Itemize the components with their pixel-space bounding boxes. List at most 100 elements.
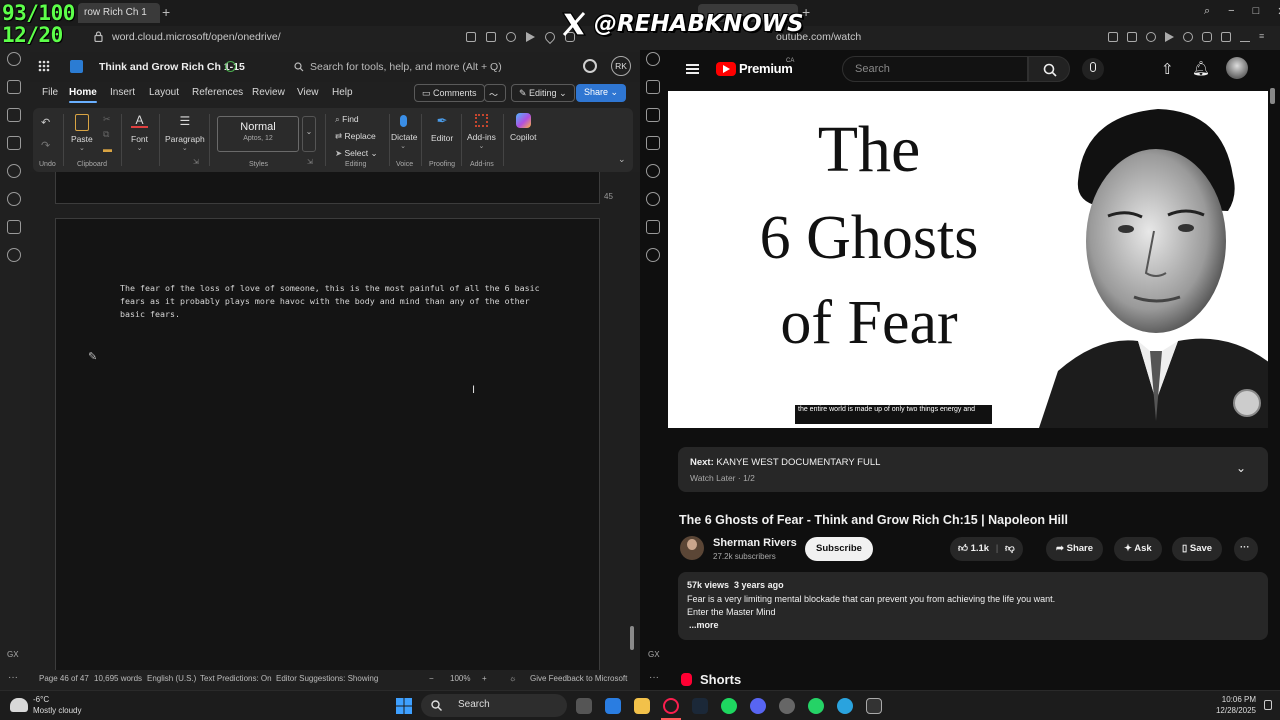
tab-file[interactable]: File bbox=[42, 87, 58, 98]
font-button[interactable]: A Font ⌄ bbox=[131, 112, 149, 152]
player-icon[interactable] bbox=[1165, 32, 1174, 42]
zoom-in-icon[interactable]: + bbox=[482, 674, 487, 683]
status-word-count[interactable]: 10,695 words bbox=[94, 674, 142, 683]
app-launcher-icon[interactable] bbox=[38, 60, 50, 72]
status-editor-suggestions[interactable]: Editor Suggestions: Showing bbox=[276, 674, 378, 683]
tab-review[interactable]: Review bbox=[252, 87, 285, 98]
share-video-button[interactable]: ➦ Share bbox=[1046, 537, 1104, 561]
task-view-icon[interactable] bbox=[576, 698, 592, 714]
show-more-link[interactable]: ...more bbox=[689, 620, 719, 630]
tab-insert[interactable]: Insert bbox=[110, 87, 135, 98]
wallet-icon[interactable] bbox=[7, 108, 21, 122]
cube-icon[interactable] bbox=[646, 220, 660, 234]
document-body-text[interactable]: The fear of the loss of love of someone,… bbox=[120, 282, 540, 321]
page-scrollbar[interactable] bbox=[1270, 88, 1275, 104]
paste-button[interactable]: Paste ⌄ bbox=[71, 112, 93, 152]
paragraph-button[interactable]: ☰ Paragraph ⌄ bbox=[165, 112, 205, 152]
select-button[interactable]: ➤ Select ⌄ bbox=[335, 145, 378, 162]
maximize-icon[interactable]: □ bbox=[1253, 5, 1260, 18]
block-icon[interactable] bbox=[1146, 32, 1156, 42]
zoom-level[interactable]: 100% bbox=[450, 674, 470, 683]
copy-icon[interactable]: ⧉ bbox=[103, 127, 112, 142]
clock-icon[interactable] bbox=[7, 192, 21, 206]
catch-up-button[interactable]: 〜 bbox=[484, 84, 506, 102]
save-button[interactable]: ▯ Save bbox=[1172, 537, 1223, 561]
tab-view[interactable]: View bbox=[297, 87, 319, 98]
styles-gallery-dropdown[interactable]: ⌄ bbox=[302, 116, 316, 152]
subscribe-button[interactable]: Subscribe bbox=[805, 537, 873, 561]
opera-gx-icon[interactable] bbox=[663, 698, 679, 714]
ribbon-collapse-icon[interactable]: ⌄ bbox=[618, 154, 626, 165]
redo-icon[interactable]: ↷ bbox=[41, 139, 50, 152]
download-icon[interactable] bbox=[1240, 32, 1250, 42]
file-explorer-icon[interactable] bbox=[634, 698, 650, 714]
youtube-search-button[interactable] bbox=[1028, 56, 1070, 82]
whatsapp-icon[interactable] bbox=[808, 698, 824, 714]
status-language[interactable]: English (U.S.) bbox=[147, 674, 196, 683]
status-predictions[interactable]: Text Predictions: On bbox=[200, 674, 272, 683]
current-page[interactable]: The fear of the loss of love of someone,… bbox=[55, 218, 600, 670]
more-icon[interactable]: ··· bbox=[8, 672, 18, 683]
messenger-icon[interactable] bbox=[646, 80, 660, 94]
addins-button[interactable]: Add-ins ⌄ bbox=[467, 112, 496, 150]
tab-islands-icon[interactable] bbox=[1221, 32, 1231, 42]
youtube-logo-icon[interactable] bbox=[716, 62, 736, 76]
description-box[interactable]: 57k views 3 years ago Fear is a very lim… bbox=[678, 572, 1268, 640]
opera-gx-alt-icon[interactable] bbox=[866, 698, 882, 714]
heart-icon[interactable] bbox=[542, 29, 558, 45]
like-button[interactable]: 👍︎ 1.1k bbox=[958, 543, 989, 554]
menu-icon[interactable]: ≡ bbox=[1259, 32, 1269, 42]
heart-icon[interactable] bbox=[1183, 32, 1193, 42]
pin-icon[interactable] bbox=[1108, 32, 1118, 42]
telegram-icon[interactable] bbox=[837, 698, 853, 714]
share-button[interactable]: Share ⌄ bbox=[576, 84, 627, 102]
taskbar-clock[interactable]: 10:06 PM 12/28/2025 bbox=[1216, 694, 1256, 716]
weather-cloud-icon[interactable] bbox=[10, 698, 28, 712]
notifications-icon[interactable] bbox=[1264, 700, 1272, 710]
tab-layout[interactable]: Layout bbox=[149, 87, 179, 98]
new-tab-icon[interactable]: + bbox=[162, 4, 170, 20]
dislike-button[interactable]: 👎︎ bbox=[1005, 543, 1015, 554]
windows-start-icon[interactable] bbox=[396, 698, 412, 714]
youtube-search-input[interactable]: Search bbox=[842, 56, 1028, 82]
dictate-button[interactable]: Dictate ⌄ bbox=[391, 112, 417, 150]
channel-avatar[interactable] bbox=[680, 536, 704, 560]
history-icon[interactable] bbox=[646, 52, 660, 66]
account-avatar[interactable] bbox=[1226, 57, 1248, 79]
taskbar-search[interactable]: Search bbox=[421, 694, 567, 717]
pin-icon[interactable] bbox=[466, 32, 476, 42]
search-tabs-icon[interactable]: ⌕ bbox=[1204, 5, 1210, 18]
channel-watermark-icon[interactable] bbox=[1233, 389, 1261, 417]
document-scrollbar[interactable] bbox=[630, 626, 634, 650]
player-sidebar-icon[interactable] bbox=[7, 164, 21, 178]
upload-icon[interactable]: ⇧ bbox=[1161, 60, 1174, 78]
account-avatar[interactable]: RK bbox=[611, 56, 631, 76]
channel-name[interactable]: Sherman Rivers bbox=[713, 537, 797, 549]
feedback-link[interactable]: Give Feedback to Microsoft bbox=[530, 674, 627, 683]
player-icon[interactable] bbox=[526, 32, 535, 42]
settings-app-icon[interactable] bbox=[779, 698, 795, 714]
copilot-button[interactable]: Copilot bbox=[510, 112, 536, 142]
settings-icon[interactable] bbox=[583, 59, 597, 73]
block-icon[interactable] bbox=[506, 32, 516, 42]
weather-widget[interactable]: -6°C Mostly cloudy bbox=[33, 694, 81, 716]
find-button[interactable]: ⌕ Find bbox=[335, 111, 378, 128]
notepad-icon[interactable] bbox=[605, 698, 621, 714]
up-next-panel[interactable]: Next: KANYE WEST DOCUMENTARY FULL Watch … bbox=[678, 447, 1268, 492]
paragraph-launcher-icon[interactable]: ⇲ bbox=[193, 158, 199, 166]
gear-icon[interactable] bbox=[646, 248, 660, 262]
tab-references[interactable]: References bbox=[192, 87, 243, 98]
tab-home[interactable]: Home bbox=[69, 87, 97, 103]
messenger-icon[interactable] bbox=[7, 80, 21, 94]
left-address-bar[interactable]: word.cloud.microsoft/open/onedrive/ bbox=[0, 26, 640, 50]
status-page[interactable]: Page 46 of 47 bbox=[39, 674, 89, 683]
cube-icon[interactable] bbox=[7, 220, 21, 234]
youtube-brand[interactable]: Premium bbox=[739, 61, 793, 76]
tab-help[interactable]: Help bbox=[332, 87, 353, 98]
gear-icon[interactable] bbox=[7, 248, 21, 262]
hamburger-menu-icon[interactable] bbox=[686, 64, 699, 74]
paragraph-handle-icon[interactable]: ✎ bbox=[88, 350, 97, 363]
more-actions-button[interactable]: ··· bbox=[1234, 537, 1258, 561]
minimize-icon[interactable]: − bbox=[1228, 5, 1234, 18]
chevron-down-icon[interactable]: ⌄ bbox=[1236, 461, 1246, 475]
